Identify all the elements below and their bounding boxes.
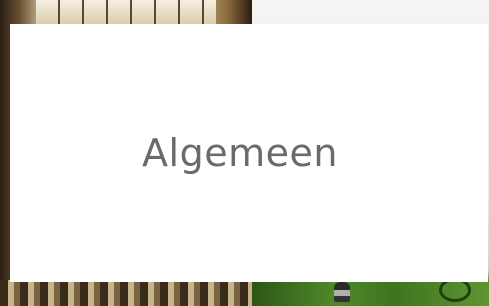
person-figure	[334, 282, 350, 302]
floor-detail	[0, 280, 252, 306]
window-detail	[36, 0, 216, 26]
category-card[interactable]: Algemeen	[10, 24, 488, 282]
category-title: Algemeen	[142, 131, 338, 175]
category-tile[interactable]: Algemeen	[0, 0, 489, 306]
